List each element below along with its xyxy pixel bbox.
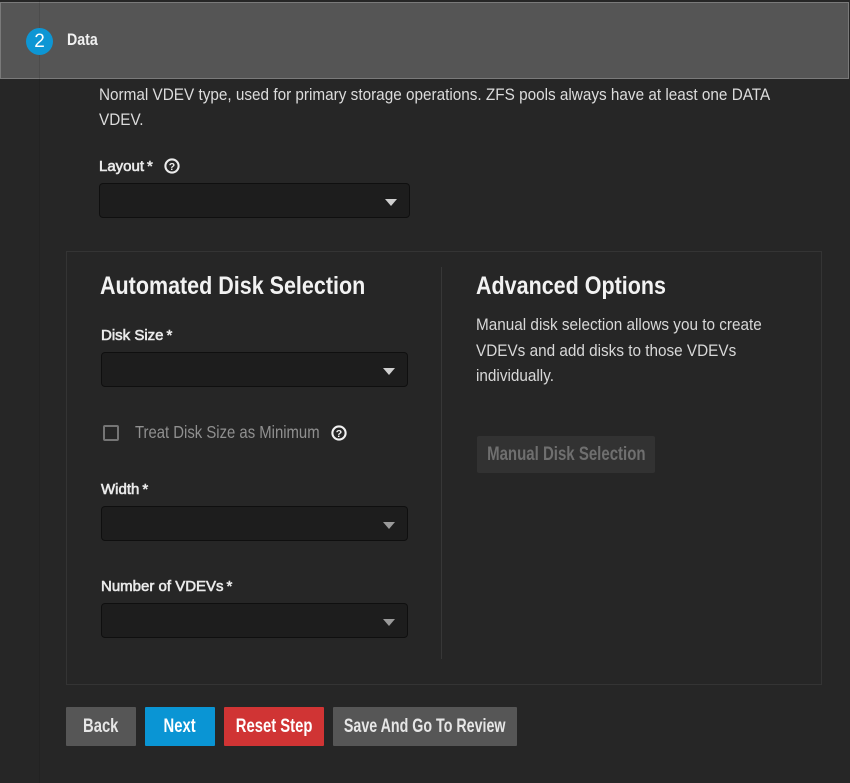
svg-text:?: ? xyxy=(336,428,342,440)
svg-text:?: ? xyxy=(169,161,175,173)
